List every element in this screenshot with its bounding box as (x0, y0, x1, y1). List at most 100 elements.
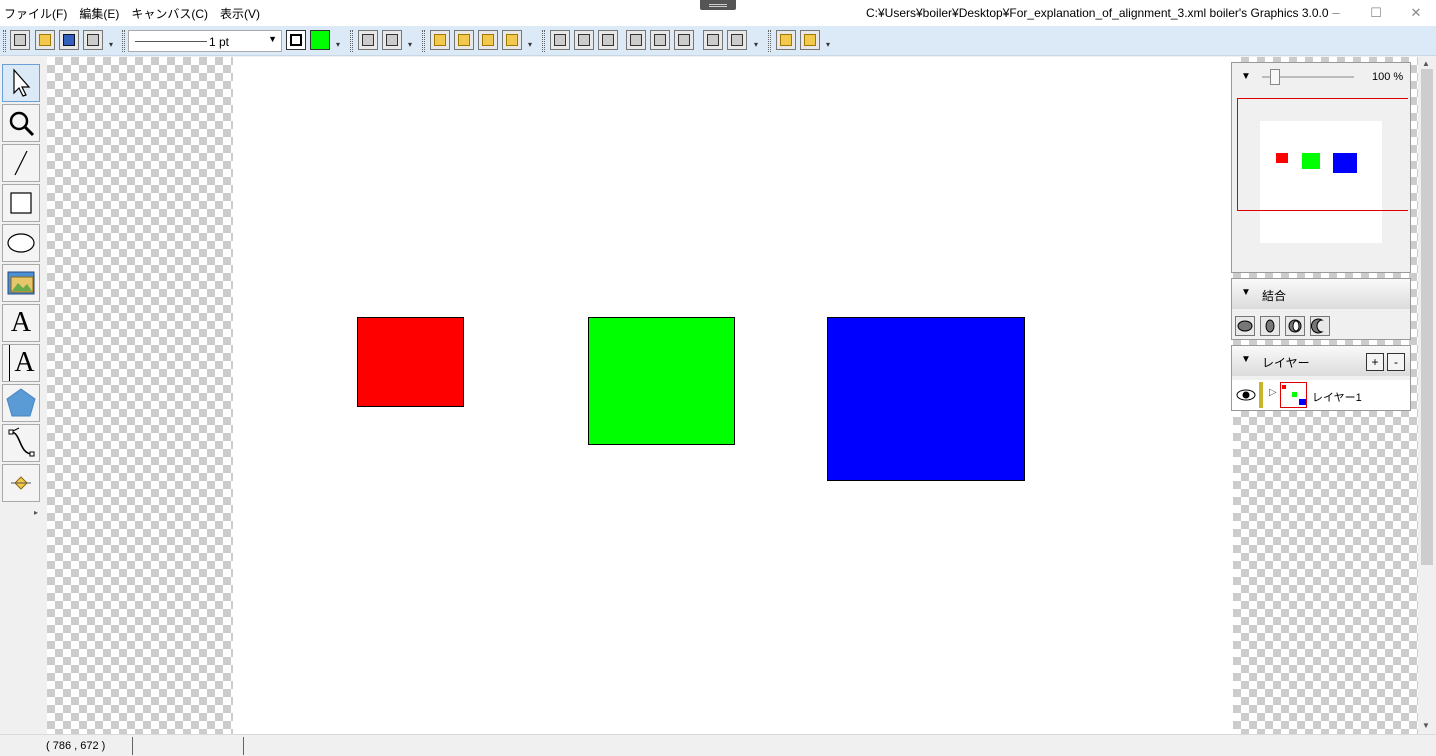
layer-panel: ▼ レイヤー + - ▷ レイヤー1 (1231, 345, 1411, 411)
layer-color-tag (1259, 382, 1263, 408)
toolbar-overflow-icon[interactable]: ▾ (754, 40, 761, 49)
scrollbar-thumb[interactable] (1421, 69, 1433, 565)
layer-name[interactable]: レイヤー1 (1312, 389, 1362, 405)
line-tool[interactable] (2, 144, 40, 182)
bring-forward-button[interactable] (454, 30, 474, 50)
menu-canvas[interactable]: キャンバス(C) (131, 5, 208, 22)
path-tool[interactable] (2, 424, 40, 462)
text-frame-tool[interactable]: A (2, 344, 40, 382)
align-bottom-button[interactable] (598, 30, 618, 50)
image-tool[interactable] (2, 264, 40, 302)
distribute-horizontal-icon (707, 34, 719, 46)
layer-title: レイヤー (1262, 356, 1310, 370)
zoom-slider-thumb[interactable] (1270, 69, 1280, 85)
settings-button[interactable] (10, 30, 30, 50)
text-tool[interactable]: A (2, 304, 40, 342)
ellipse-tool[interactable] (2, 224, 40, 262)
toolbar-grip[interactable] (422, 30, 425, 52)
drawing-page[interactable] (233, 57, 1233, 734)
align-center-button[interactable] (650, 30, 670, 50)
polygon-tool[interactable] (2, 384, 40, 422)
green-rectangle[interactable] (588, 317, 735, 445)
menu-file[interactable]: ファイル(F) (4, 5, 67, 22)
viewport-rectangle[interactable] (1237, 98, 1408, 211)
minimize-button[interactable]: ‒ (1316, 2, 1356, 24)
align-left-button[interactable] (626, 30, 646, 50)
zoom-tool[interactable] (2, 104, 40, 142)
group-button[interactable] (358, 30, 378, 50)
distribute-vertical-button[interactable] (727, 30, 747, 50)
fill-color-button[interactable] (310, 30, 330, 50)
align-top-icon (554, 34, 566, 46)
toolbar-overflow-icon[interactable]: ▾ (109, 40, 116, 49)
maximize-button[interactable]: ☐ (1356, 2, 1396, 24)
close-button[interactable]: ✕ (1396, 2, 1436, 24)
align-right-icon (678, 34, 690, 46)
group-icon (362, 34, 374, 46)
subtract-button[interactable] (1310, 316, 1330, 336)
stroke-color-button[interactable] (286, 30, 306, 50)
select-tool[interactable] (2, 64, 40, 102)
scroll-up-icon[interactable]: ▲ (1422, 59, 1430, 68)
toolbar-grip[interactable] (542, 30, 545, 52)
red-rectangle[interactable] (357, 317, 464, 407)
rectangle-tool[interactable] (2, 184, 40, 222)
toolbar-overflow-icon[interactable]: ▾ (528, 40, 535, 49)
eye-icon[interactable] (1235, 387, 1257, 403)
add-layer-button[interactable]: + (1366, 353, 1384, 371)
export-icon (87, 34, 99, 46)
open-button[interactable] (35, 30, 55, 50)
send-backward-button[interactable] (478, 30, 498, 50)
subtract-icon (1310, 318, 1324, 334)
layer-row[interactable]: ▷ レイヤー1 (1232, 380, 1410, 410)
main-toolbar: ▾ 1 pt ▼ ▾ ▾ ▾ ▾ ▾ (0, 26, 1436, 56)
toolbar-grip[interactable] (122, 30, 125, 52)
scroll-down-icon[interactable]: ▼ (1422, 721, 1430, 730)
align-right-button[interactable] (674, 30, 694, 50)
stroke-width-select[interactable]: 1 pt ▼ (128, 30, 282, 52)
exclude-button[interactable] (1285, 316, 1305, 336)
bring-forward-icon (458, 34, 470, 46)
union-button[interactable] (1235, 316, 1255, 336)
collapse-triangle-icon[interactable]: ▼ (1241, 287, 1251, 298)
toolbar-overflow-icon[interactable]: ▾ (408, 40, 415, 49)
window-grip[interactable] (700, 0, 736, 10)
image-icon (7, 271, 35, 295)
gear-icon (14, 34, 26, 46)
toolbar-grip[interactable] (350, 30, 353, 52)
align-middle-button[interactable] (574, 30, 594, 50)
toolbar-grip[interactable] (3, 30, 6, 52)
palette-expand-icon[interactable]: ▸ (34, 508, 38, 517)
export-button[interactable] (83, 30, 103, 50)
align-top-button[interactable] (550, 30, 570, 50)
remove-layer-button[interactable]: - (1387, 353, 1405, 371)
status-separator (243, 737, 244, 755)
expand-triangle-icon[interactable]: ▷ (1269, 387, 1277, 398)
save-icon (63, 34, 75, 46)
collapse-triangle-icon[interactable]: ▼ (1241, 354, 1251, 365)
distribute-vertical-icon (731, 34, 743, 46)
menu-view[interactable]: 表示(V) (220, 5, 260, 22)
ungroup-button[interactable] (382, 30, 402, 50)
layer-thumbnail (1280, 382, 1307, 408)
toolbar-overflow-icon[interactable]: ▾ (826, 40, 833, 49)
bring-front-button[interactable] (430, 30, 450, 50)
send-backward-icon (482, 34, 494, 46)
toolbar-grip[interactable] (768, 30, 771, 52)
intersect-button[interactable] (1260, 316, 1280, 336)
send-back-button[interactable] (502, 30, 522, 50)
distribute-horizontal-button[interactable] (703, 30, 723, 50)
anchor-tool[interactable] (2, 464, 40, 502)
menu-edit[interactable]: 編集(E) (79, 5, 119, 22)
navigator-preview[interactable] (1235, 95, 1408, 271)
pentagon-icon (6, 388, 36, 417)
page-button[interactable] (776, 30, 796, 50)
collapse-triangle-icon[interactable]: ▼ (1241, 71, 1251, 82)
save-button[interactable] (59, 30, 79, 50)
bezier-path-icon (8, 427, 35, 457)
page-setup-button[interactable] (800, 30, 820, 50)
vertical-scrollbar[interactable]: ▲ ▼ (1418, 57, 1436, 734)
chevron-down-icon: ▼ (268, 34, 277, 44)
blue-rectangle[interactable] (827, 317, 1025, 481)
toolbar-overflow-icon[interactable]: ▾ (336, 40, 343, 49)
